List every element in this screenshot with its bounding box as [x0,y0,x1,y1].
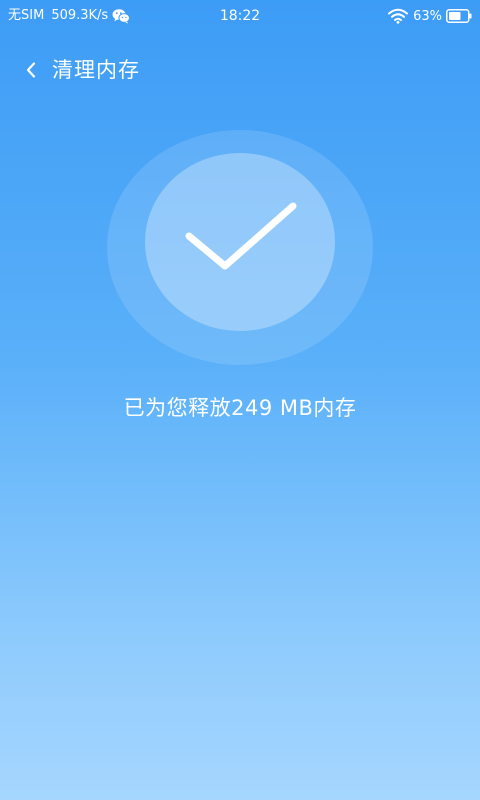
back-button[interactable] [18,54,44,86]
status-bar: 无SIM 509.3K/s 18:22 63% [0,0,480,32]
battery-percent: 63% [413,8,442,24]
memory-clean-screen: 无SIM 509.3K/s 18:22 63% 清理内存 已为您释放249 MB… [0,0,480,800]
check-icon [185,202,297,270]
chevron-left-icon [26,62,36,78]
battery-icon [446,9,472,23]
result-message: 已为您释放249 MB内存 [123,396,357,420]
result-indicator [107,130,373,365]
app-header: 清理内存 [0,50,480,90]
wifi-icon [388,8,409,24]
status-right: 63% [388,6,472,26]
page-title: 清理内存 [52,58,140,82]
